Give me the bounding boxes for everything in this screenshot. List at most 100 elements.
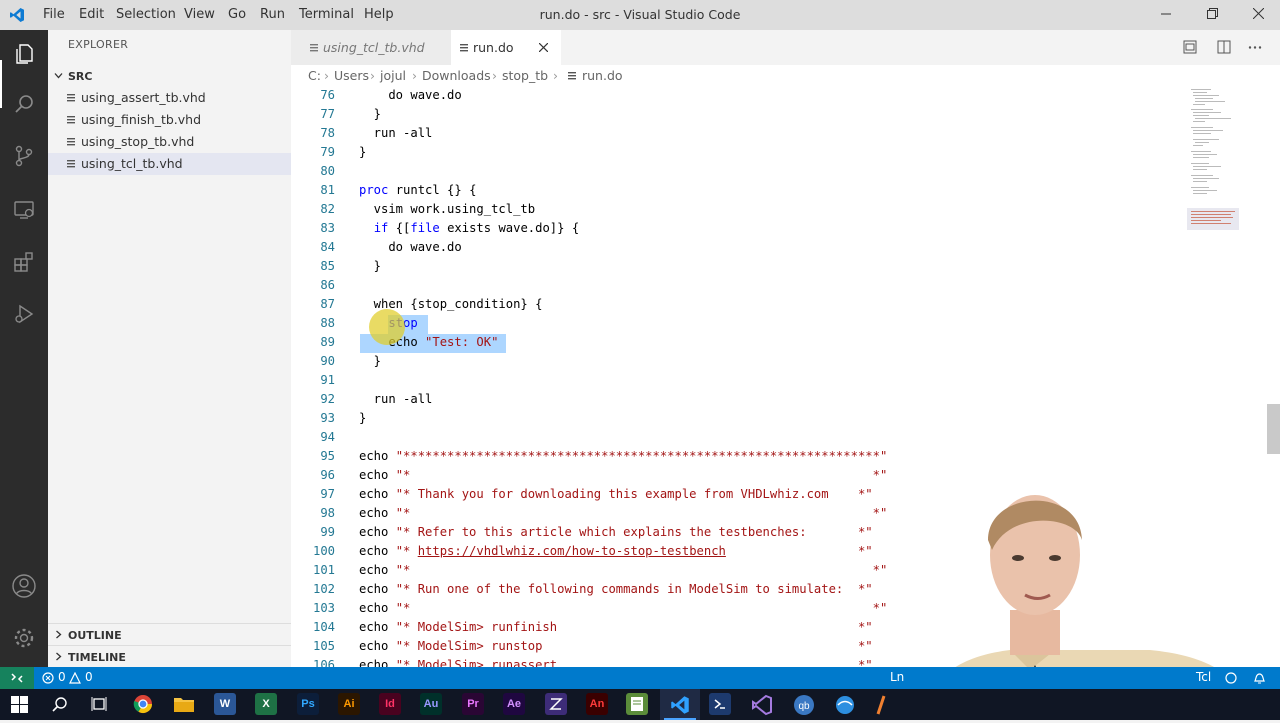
visual-studio-icon[interactable] — [751, 694, 773, 716]
code-line: 92 run -all — [291, 390, 1280, 409]
chrome-icon[interactable] — [133, 694, 153, 714]
premiere-icon[interactable]: Pr — [462, 693, 484, 715]
audition-icon[interactable]: Au — [420, 693, 442, 715]
code-line: 87 when {stop_condition} { — [291, 295, 1280, 314]
error-icon[interactable] — [42, 672, 54, 684]
breadcrumb-item[interactable]: run.do — [582, 68, 623, 83]
feedback-icon[interactable] — [1224, 671, 1238, 685]
activity-remote-explorer[interactable] — [0, 186, 48, 234]
after-effects-icon[interactable]: Ae — [503, 693, 525, 715]
activity-search[interactable] — [0, 80, 48, 128]
more-actions-icon[interactable] — [1248, 46, 1262, 49]
task-view-icon[interactable] — [91, 696, 107, 712]
split-editor-icon[interactable] — [1217, 40, 1231, 54]
vscode-taskbar-active[interactable] — [660, 689, 700, 720]
timeline-section[interactable]: TIMELINE — [48, 645, 291, 668]
file-label: using_tcl_tb.vhd — [81, 156, 183, 171]
code-line: 89 echo "Test: OK" — [291, 333, 1280, 352]
indesign-icon[interactable]: Id — [379, 693, 401, 715]
breadcrumb-item[interactable]: Downloads — [422, 68, 491, 83]
media-encoder-icon[interactable] — [545, 693, 567, 715]
file-explorer-icon[interactable] — [174, 695, 194, 713]
folder-label: SRC — [68, 70, 93, 83]
menu-go[interactable]: Go — [227, 0, 247, 30]
line-number: 97 — [320, 487, 335, 501]
code-line: 95 echo "********************************… — [291, 447, 1280, 466]
app-extra-icon[interactable] — [874, 694, 888, 716]
close-window-button[interactable] — [1235, 0, 1280, 30]
line-text: do wave.do — [359, 88, 462, 102]
illustrator-icon[interactable]: Ai — [338, 693, 360, 715]
line-text: run -all — [359, 126, 433, 140]
restore-button[interactable] — [1189, 0, 1235, 30]
activity-source-control[interactable] — [0, 132, 48, 180]
cursor-position[interactable]: Ln — [890, 670, 904, 684]
file-item[interactable]: using_finish_tb.vhd — [48, 109, 291, 131]
menu-edit[interactable]: Edit — [78, 0, 105, 30]
breadcrumb-item[interactable]: jojul — [380, 68, 406, 83]
warning-icon[interactable] — [69, 672, 81, 684]
line-text: echo "* ModelSim> runassert *" — [359, 658, 873, 667]
app-qb-icon[interactable]: qb — [793, 694, 815, 716]
excel-icon[interactable]: X — [255, 693, 277, 715]
chevron-down-icon — [54, 73, 63, 79]
app-globe-icon[interactable] — [834, 694, 856, 716]
activity-run-debug[interactable] — [0, 290, 48, 338]
photoshop-icon[interactable]: Ps — [297, 693, 319, 715]
code-line: 81 proc runtcl {} { — [291, 181, 1280, 200]
file-label: using_stop_tb.vhd — [81, 134, 195, 149]
line-number: 76 — [320, 88, 335, 102]
animate-icon[interactable]: An — [586, 693, 608, 715]
line-number: 90 — [320, 354, 335, 368]
menu-help[interactable]: Help — [363, 0, 395, 30]
close-tab-icon[interactable] — [539, 43, 548, 52]
tab-using-tcl-tb[interactable]: using_tcl_tb.vhd — [291, 30, 452, 65]
word-icon[interactable]: W — [214, 693, 236, 715]
menu-run[interactable]: Run — [259, 0, 286, 30]
notepad-plus-icon[interactable] — [626, 693, 648, 715]
menu-view[interactable]: View — [183, 0, 216, 30]
file-item[interactable]: using_assert_tb.vhd — [48, 87, 291, 109]
line-number: 106 — [312, 658, 335, 667]
activity-manage[interactable] — [0, 614, 48, 662]
menu-terminal[interactable]: Terminal — [298, 0, 355, 30]
activity-extensions[interactable] — [0, 238, 48, 286]
menu-selection[interactable]: Selection — [115, 0, 177, 30]
folder-src[interactable]: SRC — [48, 66, 291, 86]
activity-explorer[interactable] — [0, 30, 48, 78]
powershell-icon[interactable] — [709, 693, 731, 715]
remote-indicator[interactable] — [0, 667, 34, 689]
open-preview-icon[interactable] — [1183, 40, 1197, 54]
minimize-button[interactable] — [1143, 0, 1189, 30]
breadcrumb-item[interactable]: Users — [334, 68, 369, 83]
url-link[interactable]: https://vhdlwhiz.com/how-to-stop-testben… — [418, 544, 726, 558]
tab-bar: using_tcl_tb.vhd run.do — [291, 30, 1280, 65]
windows-start-icon[interactable] — [11, 696, 28, 713]
file-icon — [67, 160, 75, 168]
minimap[interactable] — [1187, 87, 1247, 237]
warning-count[interactable]: 0 — [85, 670, 93, 684]
bell-icon[interactable] — [1253, 671, 1266, 685]
outline-section[interactable]: OUTLINE — [48, 623, 291, 646]
activity-accounts[interactable] — [0, 562, 48, 610]
code-line: 84 do wave.do — [291, 238, 1280, 257]
breadcrumb-item[interactable]: C: — [308, 68, 321, 83]
breadcrumb-item[interactable]: stop_tb — [502, 68, 548, 83]
run-debug-icon — [15, 304, 34, 324]
file-item[interactable]: using_stop_tb.vhd — [48, 131, 291, 153]
line-text: echo "* ModelSim> runfinish *" — [359, 620, 873, 634]
tab-run-do[interactable]: run.do — [451, 30, 561, 65]
error-count[interactable]: 0 — [58, 670, 66, 684]
file-icon — [460, 44, 468, 52]
line-text: echo "* https://vhdlwhiz.com/how-to-stop… — [359, 544, 873, 558]
minimize-icon — [1161, 13, 1171, 15]
scrollbar-thumb[interactable] — [1267, 404, 1280, 454]
file-item-selected[interactable]: using_tcl_tb.vhd — [48, 153, 291, 175]
search-icon[interactable] — [52, 696, 68, 712]
breadcrumb-separator: › — [492, 68, 497, 83]
language-mode[interactable]: Tcl — [1196, 670, 1211, 684]
file-icon — [568, 72, 576, 80]
line-number: 101 — [312, 563, 335, 577]
line-text: echo "**********************************… — [359, 449, 888, 463]
menu-file[interactable]: File — [42, 0, 66, 30]
